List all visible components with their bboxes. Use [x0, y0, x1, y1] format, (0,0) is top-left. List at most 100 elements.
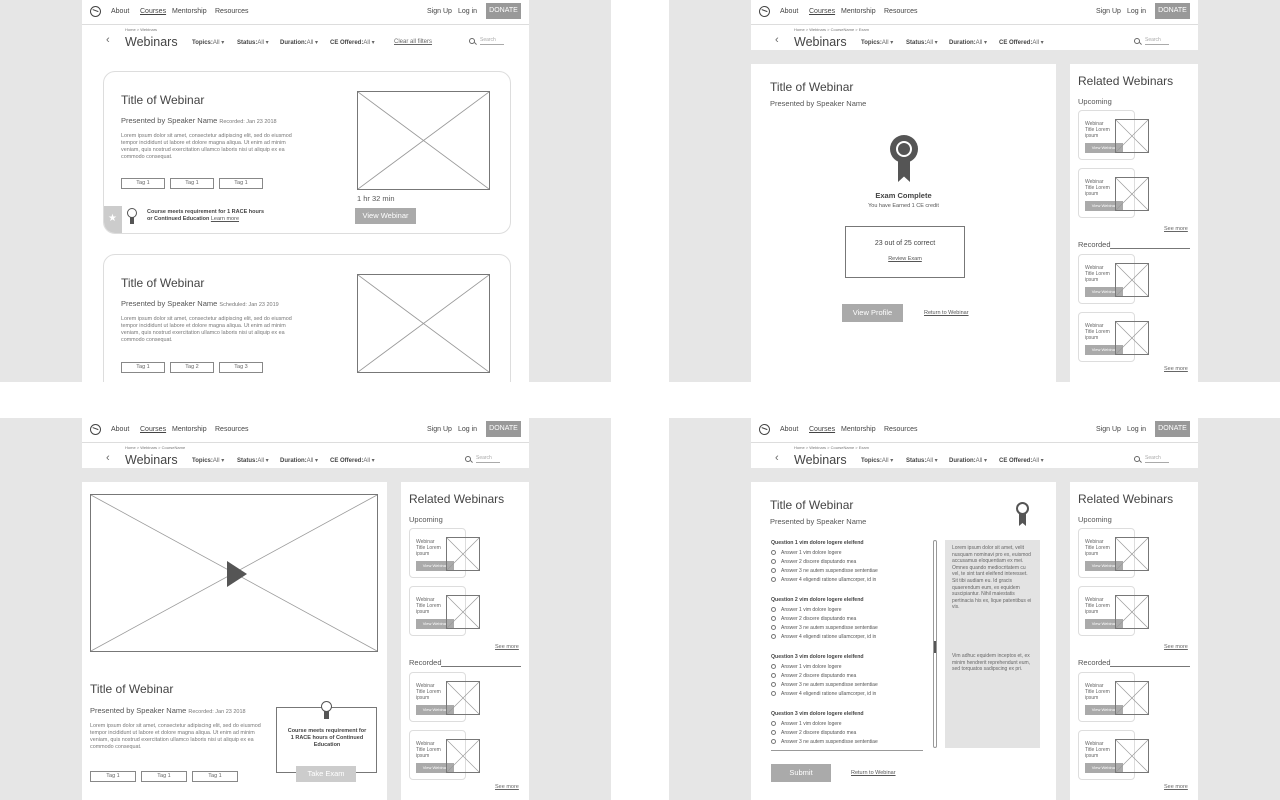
nav-sign-up[interactable]: Sign Up [427, 8, 452, 15]
tag-1[interactable]: Tag 1 [121, 178, 165, 189]
nav-mentorship[interactable]: Mentorship [841, 426, 876, 433]
submit-button[interactable]: Submit [771, 764, 831, 782]
breadcrumb[interactable]: Home > Webinars > CourseName > Exam [794, 27, 869, 32]
take-exam-button[interactable]: Take Exam [296, 766, 356, 782]
donate-button[interactable]: DONATE [1155, 3, 1190, 19]
answer-option[interactable]: Answer 1 vim dolore logere [771, 721, 878, 727]
related-card[interactable]: Webinar Title Lorem ipsum View Webinar [409, 528, 480, 578]
filter-topics[interactable]: Topics:All ▾ [861, 457, 893, 464]
play-icon[interactable] [227, 561, 247, 587]
filter-ce-offered[interactable]: CE Offered:All ▾ [330, 457, 375, 464]
related-card[interactable]: Webinar Title Lorem ipsum View Webinar [1078, 168, 1149, 218]
logo-icon[interactable] [90, 6, 101, 17]
bookmark-tab[interactable]: ★ [104, 206, 122, 233]
answer-option[interactable]: Answer 4 eligendi ratione ullamcorper, i… [771, 634, 878, 640]
radio-button[interactable] [771, 616, 776, 622]
tag-2[interactable]: Tag 1 [141, 771, 187, 782]
nav-log-in[interactable]: Log in [458, 426, 477, 433]
question-list[interactable]: Question 1 vim dolore logere eleifend An… [771, 540, 923, 751]
nav-sign-up[interactable]: Sign Up [1096, 8, 1121, 15]
filter-status[interactable]: Status:All ▾ [906, 457, 938, 464]
review-exam-link[interactable]: Review Exam [846, 256, 964, 262]
filter-ce-offered[interactable]: CE Offered:All ▾ [999, 39, 1044, 46]
donate-button[interactable]: DONATE [1155, 421, 1190, 437]
related-card[interactable]: Webinar Title Lorem ipsum View Webinar [409, 730, 480, 780]
nav-courses[interactable]: Courses [809, 8, 835, 15]
scrollbar-thumb[interactable] [934, 641, 936, 653]
answer-option[interactable]: Answer 3 ne autem suspendisse sententiae [771, 682, 878, 688]
nav-log-in[interactable]: Log in [1127, 8, 1146, 15]
return-to-webinar-link[interactable]: Return to Webinar [851, 770, 896, 776]
related-card[interactable]: Webinar Title Lorem ipsum View Webinar [1078, 672, 1149, 722]
filter-ce-offered[interactable]: CE Offered:All ▾ [330, 39, 375, 46]
filter-duration[interactable]: Duration:All ▾ [280, 39, 318, 46]
filter-topics[interactable]: Topics:All ▾ [861, 39, 893, 46]
nav-log-in[interactable]: Log in [458, 8, 477, 15]
radio-button[interactable] [771, 673, 776, 679]
filter-duration[interactable]: Duration:All ▾ [949, 457, 987, 464]
related-card[interactable]: Webinar Title Lorem ipsum View Webinar [1078, 312, 1149, 362]
radio-button[interactable] [771, 682, 776, 688]
search-icon[interactable] [465, 456, 471, 462]
nav-about[interactable]: About [111, 8, 129, 15]
see-more-recorded-link[interactable]: See more [495, 784, 519, 790]
search-input[interactable]: Search [480, 37, 504, 45]
radio-button[interactable] [771, 559, 776, 565]
answer-option[interactable]: Answer 2 discere disputando mea [771, 730, 878, 736]
logo-icon[interactable] [759, 6, 770, 17]
radio-button[interactable] [771, 721, 776, 727]
filter-duration[interactable]: Duration:All ▾ [280, 457, 318, 464]
related-card[interactable]: Webinar Title Lorem ipsum View Webinar [1078, 586, 1149, 636]
related-card[interactable]: Webinar Title Lorem ipsum View Webinar [409, 672, 480, 722]
tag-1[interactable]: Tag 1 [90, 771, 136, 782]
tag-3[interactable]: Tag 1 [192, 771, 238, 782]
see-more-recorded-link[interactable]: See more [1164, 366, 1188, 372]
filter-status[interactable]: Status:All ▾ [237, 457, 269, 464]
tag-3[interactable]: Tag 1 [219, 178, 263, 189]
nav-courses[interactable]: Courses [140, 8, 166, 15]
nav-resources[interactable]: Resources [884, 426, 917, 433]
search-input[interactable]: Search [1145, 455, 1169, 463]
filter-status[interactable]: Status:All ▾ [906, 39, 938, 46]
donate-button[interactable]: DONATE [486, 421, 521, 437]
nav-about[interactable]: About [780, 426, 798, 433]
logo-icon[interactable] [90, 424, 101, 435]
search-icon[interactable] [1134, 38, 1140, 44]
tag-2[interactable]: Tag 1 [170, 178, 214, 189]
return-to-webinar-link[interactable]: Return to Webinar [924, 310, 969, 316]
webinar-thumbnail[interactable] [357, 91, 490, 190]
nav-mentorship[interactable]: Mentorship [172, 8, 207, 15]
webinar-thumbnail[interactable] [357, 274, 490, 373]
nav-about[interactable]: About [780, 8, 798, 15]
answer-option[interactable]: Answer 4 eligendi ratione ullamcorper, i… [771, 577, 878, 583]
filter-ce-offered[interactable]: CE Offered:All ▾ [999, 457, 1044, 464]
learn-more-link[interactable]: Learn more [211, 216, 239, 222]
see-more-upcoming-link[interactable]: See more [1164, 644, 1188, 650]
filter-status[interactable]: Status:All ▾ [237, 39, 269, 46]
search-input[interactable]: Search [1145, 37, 1169, 45]
radio-button[interactable] [771, 691, 776, 697]
back-chevron-icon[interactable]: ‹ [106, 453, 110, 464]
radio-button[interactable] [771, 634, 776, 640]
donate-button[interactable]: DONATE [486, 3, 521, 19]
search-icon[interactable] [1134, 456, 1140, 462]
filter-topics[interactable]: Topics:All ▾ [192, 39, 224, 46]
answer-option[interactable]: Answer 3 ne autem suspendisse sententiae [771, 739, 878, 745]
breadcrumb[interactable]: Home > Webinars [125, 27, 157, 32]
nav-resources[interactable]: Resources [215, 8, 248, 15]
back-chevron-icon[interactable]: ‹ [106, 35, 110, 46]
answer-option[interactable]: Answer 3 ne autem suspendisse sententiae [771, 568, 878, 574]
webinar-card[interactable]: Title of Webinar Presented by Speaker Na… [103, 254, 511, 382]
nav-sign-up[interactable]: Sign Up [427, 426, 452, 433]
nav-mentorship[interactable]: Mentorship [841, 8, 876, 15]
answer-option[interactable]: Answer 1 vim dolore logere [771, 607, 878, 613]
nav-about[interactable]: About [111, 426, 129, 433]
webinar-title[interactable]: Title of Webinar [121, 276, 204, 290]
nav-courses[interactable]: Courses [809, 426, 835, 433]
webinar-card[interactable]: Title of Webinar Presented by Speaker Na… [103, 71, 511, 234]
question-scrollbar[interactable] [933, 540, 937, 748]
answer-option[interactable]: Answer 2 discere disputando mea [771, 673, 878, 679]
tag-2[interactable]: Tag 2 [170, 362, 214, 373]
webinar-title[interactable]: Title of Webinar [121, 93, 204, 107]
radio-button[interactable] [771, 550, 776, 556]
